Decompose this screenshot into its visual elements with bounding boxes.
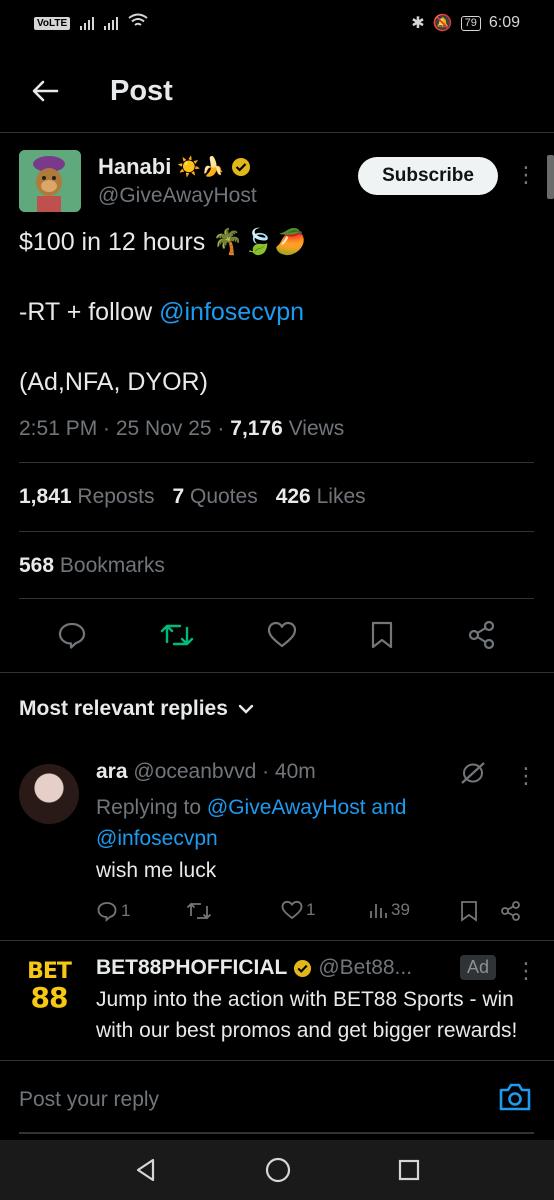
- verified-badge-icon: [294, 959, 312, 977]
- triangle-back-icon: [136, 1158, 154, 1182]
- more-options-icon[interactable]: ⋮: [515, 164, 537, 186]
- camera-button[interactable]: [498, 1082, 532, 1117]
- subscribe-button[interactable]: Subscribe: [358, 157, 498, 195]
- signal-icon: [80, 16, 95, 30]
- reply-header: ara @oceanbvvd · 40m: [96, 760, 316, 784]
- replies-sort-label: Most relevant replies: [19, 697, 228, 720]
- bookmarks-stats: 568 Bookmarks: [19, 554, 165, 578]
- status-time: 6:09: [488, 14, 520, 31]
- status-bar: VoLTE ✱ 🔕 79 6:09: [0, 0, 554, 46]
- nav-recents-button[interactable]: [397, 1158, 421, 1182]
- repost-icon: [186, 902, 212, 920]
- wifi-icon: [128, 13, 148, 34]
- circle-home-icon: [265, 1157, 291, 1183]
- scrollbar[interactable]: [547, 155, 554, 199]
- battery-icon: 79: [460, 15, 481, 31]
- back-button[interactable]: [0, 56, 90, 126]
- bookmark-icon[interactable]: [370, 620, 394, 650]
- reply-comment-button[interactable]: 1: [96, 900, 130, 922]
- like-heart-icon[interactable]: [267, 621, 297, 649]
- reply-comment-count: 1: [121, 901, 131, 920]
- system-nav-bar: [0, 1140, 554, 1200]
- reply-composer: [0, 1060, 554, 1138]
- author-handle: @GiveAwayHost: [98, 184, 257, 207]
- reply-action-bar: 1 1 39: [96, 900, 536, 930]
- reply-avatar[interactable]: [19, 764, 79, 824]
- reply-author-name[interactable]: ara: [96, 760, 128, 783]
- ad-more-options-icon[interactable]: ⋮: [515, 960, 537, 982]
- ape-avatar-icon: [19, 150, 81, 212]
- reply-repost-button[interactable]: [186, 900, 212, 922]
- replying-to: Replying to @GiveAwayHost and @infosecvp…: [96, 792, 476, 854]
- ad-avatar-logo[interactable]: BET 88: [24, 960, 74, 1012]
- ad-text: Jump into the action with BET88 Sports -…: [96, 988, 518, 1042]
- like-heart-icon: [281, 900, 303, 920]
- share-icon[interactable]: [467, 620, 497, 650]
- quotes-stat[interactable]: 7 Quotes: [172, 485, 257, 509]
- divider: [0, 672, 554, 673]
- reply-icon: [97, 902, 117, 922]
- ad-logo-text-2: 88: [30, 981, 69, 1014]
- divider: [0, 940, 554, 941]
- reply-handle-time: @oceanbvvd · 40m: [133, 760, 316, 783]
- ad-badge: Ad: [460, 955, 497, 980]
- bookmark-icon: [461, 901, 477, 922]
- divider: [19, 531, 534, 532]
- composer-underline: [19, 1132, 534, 1134]
- reply-more-options-icon[interactable]: ⋮: [515, 765, 537, 787]
- reply-text: wish me luck: [96, 859, 217, 882]
- post-text-line-2: -RT + follow @infosecvpn: [19, 298, 304, 327]
- divider: [19, 462, 534, 463]
- post-text-prefix: -RT + follow: [19, 298, 160, 326]
- hide-reply-icon[interactable]: [458, 760, 488, 786]
- square-recents-icon: [399, 1159, 420, 1181]
- ad-handle: @Bet88...: [318, 956, 413, 979]
- bookmarks-stat[interactable]: 568 Bookmarks: [19, 554, 165, 578]
- replies-sort-dropdown[interactable]: Most relevant replies: [19, 697, 254, 721]
- signal-icon-2: [104, 16, 119, 30]
- repost-icon[interactable]: [160, 620, 194, 650]
- engagement-stats: 1,841 Reposts 7 Quotes 426 Likes: [19, 485, 366, 509]
- views-bar-chart-icon: [370, 904, 387, 918]
- divider: [19, 598, 534, 599]
- reply-bookmark-button[interactable]: [460, 900, 478, 922]
- ad-author-name[interactable]: BET88PHOFFICIAL: [96, 956, 287, 980]
- post-timestamp[interactable]: 2:51 PM · 25 Nov 25 ·: [19, 417, 230, 440]
- reply-views-button[interactable]: 39: [368, 900, 410, 920]
- mute-icon: 🔕: [432, 15, 453, 32]
- post-meta: 2:51 PM · 25 Nov 25 · 7,176 Views: [19, 417, 344, 441]
- author-emoji: ☀️🍌: [177, 157, 225, 178]
- nav-back-button[interactable]: [133, 1157, 159, 1183]
- post-text-line-3: (Ad,NFA, DYOR): [19, 368, 208, 396]
- verified-badge-icon: [231, 158, 250, 176]
- mention-link[interactable]: @infosecvpn: [159, 298, 304, 326]
- reply-like-count: 1: [306, 900, 316, 919]
- author-block[interactable]: Hanabi ☀️🍌 @GiveAwayHost: [98, 154, 257, 208]
- volte-indicator: VoLTE: [34, 16, 71, 30]
- page-title: Post: [110, 74, 173, 107]
- likes-stat[interactable]: 426 Likes: [276, 485, 366, 509]
- post-text-line-1: $100 in 12 hours 🌴🍃🥭: [19, 228, 306, 256]
- ad-header: BET88PHOFFICIAL @Bet88...: [96, 956, 412, 980]
- top-app-bar: Post: [0, 56, 554, 126]
- reply-share-button[interactable]: [500, 900, 522, 922]
- author-avatar[interactable]: [19, 150, 81, 212]
- chevron-down-icon: [238, 704, 254, 714]
- header-divider: [0, 132, 554, 133]
- reply-input[interactable]: [19, 1088, 419, 1112]
- replying-prefix: Replying to: [96, 796, 207, 819]
- bluetooth-icon: ✱: [411, 15, 425, 32]
- post-action-bar: [0, 610, 554, 660]
- share-icon: [501, 901, 520, 921]
- arrow-left-icon: [32, 80, 59, 102]
- camera-icon: [499, 1083, 531, 1111]
- views-count: 7,176: [230, 417, 283, 440]
- reply-views-count: 39: [391, 900, 410, 919]
- reply-like-button[interactable]: 1: [281, 900, 315, 920]
- reply-icon[interactable]: [57, 620, 87, 650]
- views-label: Views: [282, 417, 345, 440]
- nav-home-button[interactable]: [264, 1156, 292, 1184]
- author-name: Hanabi: [98, 154, 172, 179]
- reposts-stat[interactable]: 1,841 Reposts: [19, 485, 154, 509]
